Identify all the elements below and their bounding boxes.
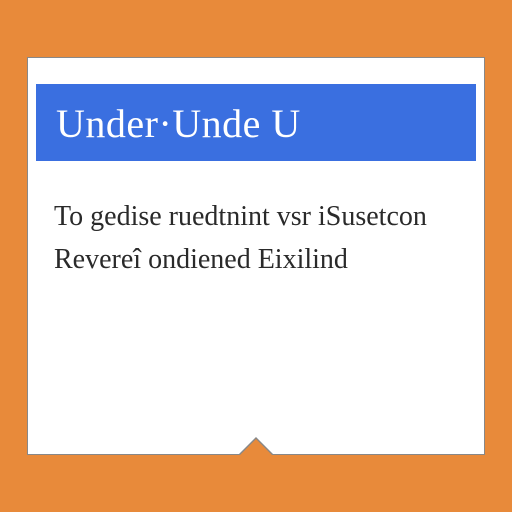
- card-body: To gedise ruedtnint vsr iSusetcon Revere…: [28, 161, 484, 282]
- body-text: To gedise ruedtnint vsr iSusetcon Revere…: [54, 201, 427, 275]
- card-header: Under·Unde U: [36, 84, 476, 161]
- info-card: Under·Unde U To gedise ruedtnint vsr iSu…: [27, 57, 485, 455]
- header-title: Under·Unde U: [56, 101, 301, 146]
